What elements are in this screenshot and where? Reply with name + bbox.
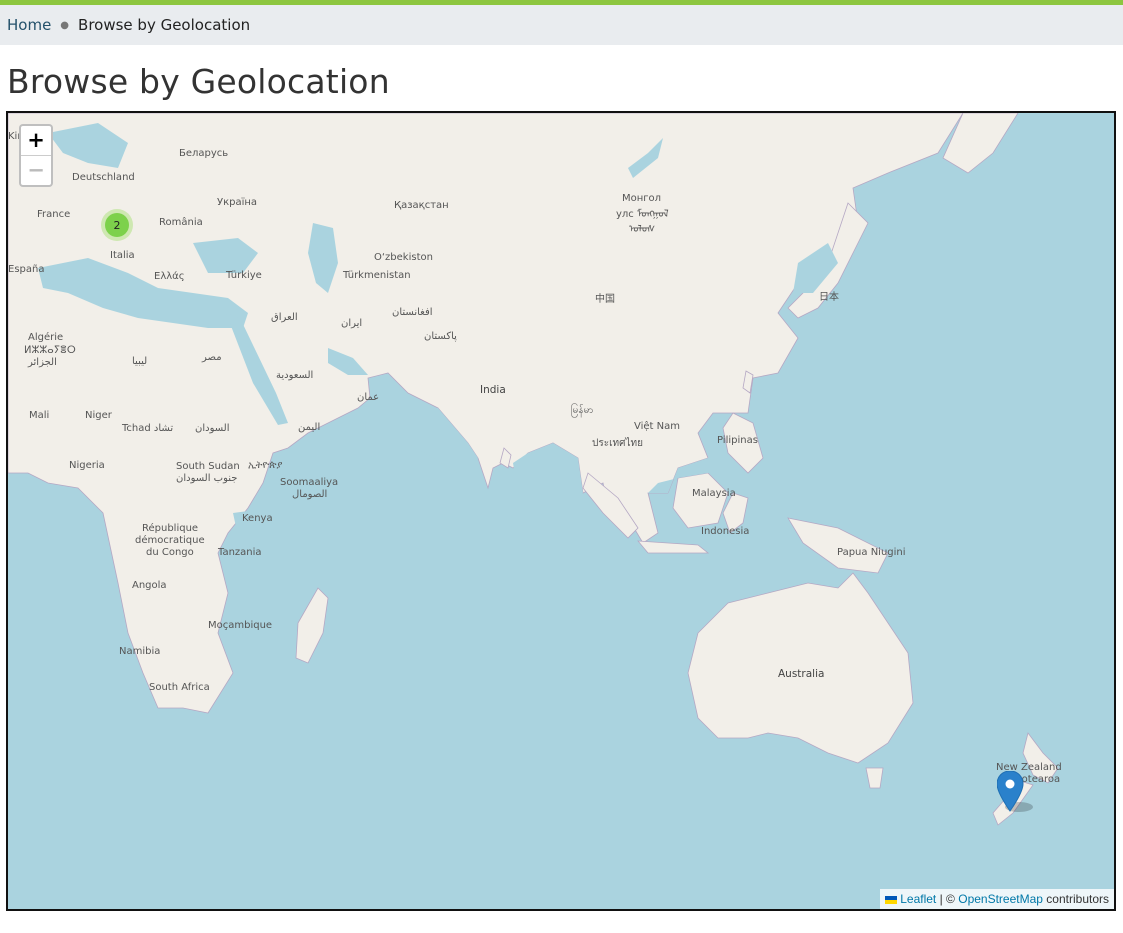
breadcrumb-separator: ● <box>60 19 70 31</box>
map-label-libya: ليبيا <box>132 356 147 367</box>
land-java <box>637 540 710 554</box>
map-label-niger: Niger <box>85 410 113 421</box>
land-newguinea <box>787 517 889 574</box>
map-label-ethiopia: ኢትዮጵያ <box>248 460 282 471</box>
map-label-deutschland: Deutschland <box>72 172 135 183</box>
map-label-saudi: السعودية <box>276 370 313 381</box>
map-label-south-africa: South Africa <box>149 682 210 693</box>
map-label-png: Papua Niugini <box>837 547 906 558</box>
map-label-italia: Italia <box>110 250 135 261</box>
map-label-france: France <box>37 209 70 220</box>
map-label-tanzania: Tanzania <box>217 547 262 558</box>
zoom-out-button[interactable]: − <box>21 155 51 185</box>
map-label-indonesia: Indonesia <box>701 526 749 537</box>
land-borneo <box>672 472 729 529</box>
map-label-mali: Mali <box>29 410 49 421</box>
map-label-mongol-3: ᠤᠯᠤᠰ <box>629 223 655 235</box>
map-label-mongol-2: улс ᠮᠣᠩᠭᠣᠯ <box>616 208 669 220</box>
map-container[interactable]: Kingdom Беларусь Deutschland Україна Fra… <box>6 111 1116 911</box>
map-label-australia: Australia <box>778 668 824 680</box>
leaflet-link[interactable]: Leaflet <box>900 892 936 906</box>
map-label-algerie: Algérie <box>28 331 63 343</box>
map-label-mongol: Монгол <box>622 193 661 204</box>
map-label-rdc-2: démocratique <box>135 534 205 546</box>
map-label-mocambique: Moçambique <box>208 620 272 631</box>
osm-link[interactable]: OpenStreetMap <box>958 892 1043 906</box>
page-title: Browse by Geolocation <box>7 62 390 101</box>
map-label-namibia: Namibia <box>119 646 160 657</box>
map-label-yemen: اليمن <box>298 422 320 433</box>
ukraine-flag-icon <box>885 895 898 904</box>
map-label-thailand: ประเทศไทย <box>592 437 643 449</box>
map-label-malaysia: Malaysia <box>692 488 736 499</box>
map-label-zhongguo: 中国 <box>595 292 615 305</box>
map-label-myanmar: မြန်မာ <box>571 402 593 418</box>
land-tasmania <box>865 767 884 789</box>
breadcrumb-current: Browse by Geolocation <box>78 16 251 34</box>
breadcrumb-home-link[interactable]: Home <box>7 16 51 34</box>
attribution-separator: | © <box>939 892 955 906</box>
map-label-algerie-2: ⵍⵣⵣⴰⵢⴻⵔ <box>24 345 76 356</box>
map-label-india: India <box>480 384 506 396</box>
map-label-algerie-3: الجزائر <box>27 357 57 368</box>
map-label-espana: España <box>8 264 44 275</box>
land-madagascar <box>295 587 329 664</box>
breadcrumb: Home ● Browse by Geolocation <box>0 5 1123 45</box>
map-label-somalia-2: الصومال <box>292 489 327 500</box>
map-label-tchad: Tchad تشاد <box>121 423 173 434</box>
map-label-misr: مصر <box>201 352 222 363</box>
map-label-iraq: العراق <box>271 312 298 323</box>
map-label-afghanistan: افغانستان <box>392 307 433 318</box>
map-attribution: Leaflet | © OpenStreetMap contributors <box>880 889 1114 909</box>
marker-cluster-count: 2 <box>105 213 129 237</box>
attribution-contributors: contributors <box>1046 892 1109 906</box>
map-label-iran: ایران <box>341 318 362 329</box>
map-label-somalia: Soomaaliya <box>280 477 338 488</box>
map-label-ukraina: Україна <box>217 197 257 208</box>
marker-cluster[interactable]: 2 <box>101 209 133 241</box>
map-label-rdc: République <box>142 522 198 534</box>
map-label-sudan: السودان <box>195 423 230 434</box>
map-label-vietnam: Việt Nam <box>634 420 680 432</box>
map-label-south-sudan: South Sudan <box>176 461 240 472</box>
zoom-in-button[interactable]: + <box>21 126 51 155</box>
map-label-uzbekiston: O‘zbekiston <box>374 252 433 263</box>
map-label-turkmenistan: Türkmenistan <box>342 270 411 281</box>
map-label-pilipinas: Pilipinas <box>717 435 758 446</box>
map-label-kazakhstan: Қазақстан <box>394 200 449 211</box>
map-label-belarus: Беларусь <box>179 148 228 159</box>
map-label-romania: România <box>159 216 203 228</box>
map-label-nihon: 日本 <box>819 290 839 303</box>
map-label-angola: Angola <box>132 580 167 591</box>
map-tiles: Kingdom Беларусь Deutschland Україна Fra… <box>8 113 1062 826</box>
map-label-kenya: Kenya <box>242 513 273 524</box>
map-label-south-sudan-2: جنوب السودان <box>176 473 237 484</box>
map-label-pakistan: پاکستان <box>424 331 457 342</box>
map-label-rdc-3: du Congo <box>146 547 194 558</box>
map-label-oman: عمان <box>357 392 379 403</box>
zoom-control: + − <box>19 124 53 187</box>
map-label-nigeria: Nigeria <box>69 460 105 471</box>
map-label-ellas: Ελλάς <box>154 270 185 282</box>
map-label-turkiye: Türkiye <box>225 270 262 281</box>
